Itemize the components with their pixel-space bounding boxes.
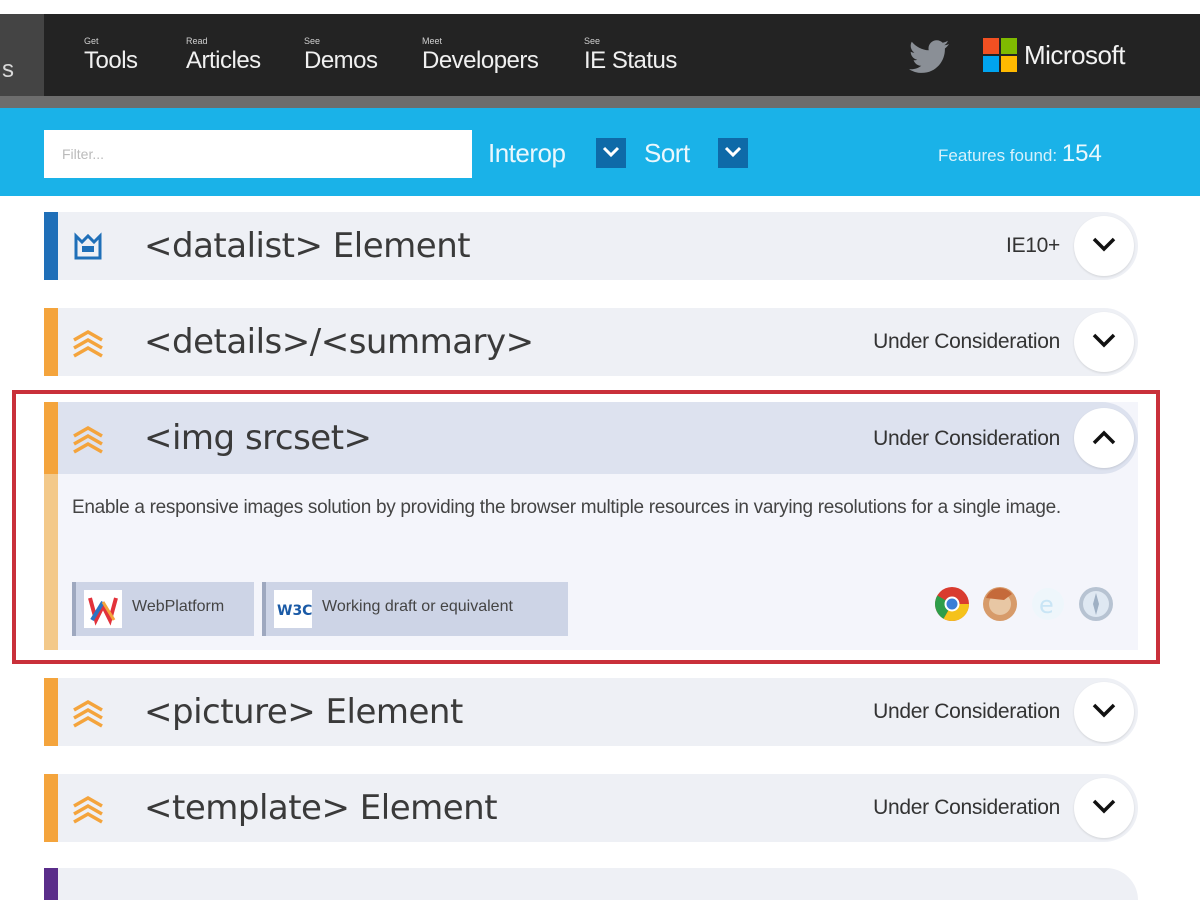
chevron-up-icon [1092, 430, 1116, 445]
consideration-icon [73, 795, 103, 824]
safari-icon[interactable] [1078, 586, 1114, 622]
feature-status: IE10+ [1006, 234, 1060, 257]
expand-toggle-button[interactable] [1074, 682, 1134, 742]
consideration-icon [73, 329, 103, 358]
chevron-down-icon [724, 146, 742, 158]
nav-item-kicker: See [304, 36, 321, 46]
microsoft-logo-icon[interactable] [983, 38, 1019, 74]
expand-toggle-button[interactable] [1074, 216, 1134, 276]
chevron-down-icon [1092, 799, 1116, 814]
interop-label[interactable]: Interop [488, 138, 566, 169]
feature-title: <datalist> Element [144, 226, 471, 266]
w3c-icon: W3C [274, 590, 312, 628]
nav-item-developers[interactable]: Meet Developers [422, 36, 539, 76]
chevron-down-icon [1092, 703, 1116, 718]
row-accent [44, 774, 58, 842]
svg-text:e: e [1039, 591, 1054, 619]
consideration-icon [73, 699, 103, 728]
firefox-icon[interactable] [982, 586, 1018, 622]
feature-title: <template> Element [144, 788, 498, 828]
feature-row[interactable]: <template> Element Under Consideration [44, 774, 1138, 842]
nav-item-label: Articles [186, 47, 261, 74]
expand-toggle-button[interactable] [1074, 778, 1134, 838]
sort-dropdown-button[interactable] [718, 138, 748, 168]
feature-row-header[interactable]: <img srcset> Under Consideration [44, 402, 1138, 474]
features-found-label: Features found: [938, 146, 1058, 165]
feature-status: Under Consideration [873, 700, 1060, 723]
feature-row[interactable]: <details>/<summary> Under Consideration [44, 308, 1138, 376]
feature-status: Under Consideration [873, 330, 1060, 353]
interop-dropdown-button[interactable] [596, 138, 626, 168]
nav-divider [0, 96, 1200, 108]
feature-description: Enable a responsive images solution by p… [72, 497, 1061, 518]
webplatform-icon [84, 590, 122, 628]
chevron-down-icon [1092, 237, 1116, 252]
feature-row-expanded: <img srcset> Under Consideration Enable … [44, 402, 1138, 650]
svg-text:W3C: W3C [277, 603, 312, 619]
w3c-badge[interactable]: W3C Working draft or equivalent [262, 582, 568, 636]
row-accent [44, 402, 58, 474]
feature-status: Under Consideration [873, 427, 1060, 450]
row-accent [44, 212, 58, 280]
consideration-icon [73, 425, 103, 454]
nav-item-demos[interactable]: See Demos [304, 36, 378, 76]
nav-stub-label: s [2, 56, 14, 83]
row-accent [44, 678, 58, 746]
expand-toggle-button[interactable] [1074, 312, 1134, 372]
nav-item-tools[interactable]: Get Tools [84, 36, 138, 76]
feature-row[interactable]: <datalist> Element IE10+ [44, 212, 1138, 280]
nav-item-label: Developers [422, 47, 539, 74]
features-found: Features found: 154 [938, 140, 1102, 168]
filter-input[interactable] [44, 130, 472, 178]
nav-item-kicker: Read [186, 36, 208, 46]
brand-name[interactable]: Microsoft [1024, 40, 1125, 71]
webplatform-badge[interactable]: WebPlatform [72, 582, 254, 636]
nav-item-label: Tools [84, 47, 138, 74]
chevron-down-icon [602, 146, 620, 158]
nav-stub[interactable]: s [0, 14, 44, 96]
nav-item-kicker: Meet [422, 36, 443, 46]
nav-item-ie-status[interactable]: See IE Status [584, 36, 677, 76]
ie-icon[interactable]: e [1030, 586, 1066, 622]
feature-title: <details>/<summary> [144, 322, 534, 362]
row-accent [44, 868, 58, 900]
nav-item-kicker: See [584, 36, 601, 46]
row-accent [44, 308, 58, 376]
feature-row[interactable]: <picture> Element Under Consideration [44, 678, 1138, 746]
nav-item-kicker: Get [84, 36, 99, 46]
sort-label[interactable]: Sort [644, 138, 690, 169]
feature-title: <picture> Element [144, 692, 463, 732]
badge-label: WebPlatform [132, 598, 225, 615]
supported-icon [74, 232, 102, 260]
nav-item-articles[interactable]: Read Articles [186, 36, 261, 76]
feature-row-partial[interactable] [44, 868, 1138, 900]
chevron-down-icon [1092, 333, 1116, 348]
filter-bar: Interop Sort Features found: 154 [0, 108, 1200, 196]
features-found-count: 154 [1061, 140, 1102, 167]
chrome-icon[interactable] [934, 586, 970, 622]
top-nav-bar: s Get Tools Read Articles See Demos Meet… [0, 14, 1200, 96]
badge-label: Working draft or equivalent [322, 598, 513, 615]
twitter-icon[interactable] [908, 40, 950, 74]
feature-title: <img srcset> [144, 418, 372, 458]
nav-item-label: Demos [304, 47, 378, 74]
feature-status: Under Consideration [873, 796, 1060, 819]
collapse-toggle-button[interactable] [1074, 408, 1134, 468]
nav-item-label: IE Status [584, 47, 677, 74]
